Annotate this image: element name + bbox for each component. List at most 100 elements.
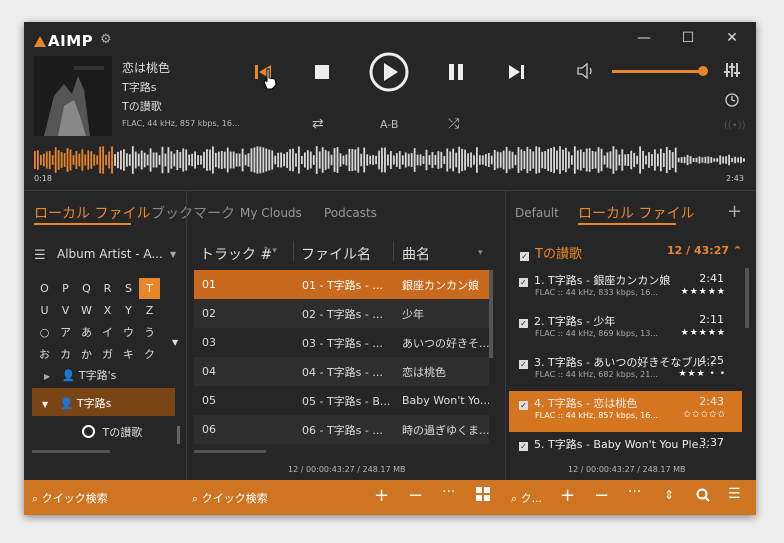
ab-repeat-button[interactable]: A-B xyxy=(380,118,398,131)
volume-slider[interactable] xyxy=(612,66,708,76)
rating-stars[interactable]: ✩✩✩✩✩ xyxy=(683,410,726,420)
tab-bookmarks[interactable]: ブックマーク xyxy=(151,203,235,223)
add-playlist-button[interactable]: + xyxy=(727,201,742,222)
rating-stars[interactable]: ★★★★★ xyxy=(681,328,726,338)
letter-index-item[interactable]: あ xyxy=(76,322,97,343)
letter-index-item[interactable]: ウ xyxy=(118,322,139,343)
filter-icon[interactable]: ▾ xyxy=(478,248,483,258)
maximize-button[interactable]: ☐ xyxy=(678,30,698,46)
pause-button[interactable] xyxy=(448,64,464,84)
playlist-more-icon[interactable]: ··· xyxy=(628,484,641,500)
letter-index-item[interactable]: Z xyxy=(139,300,160,321)
letter-index-item[interactable]: ○ xyxy=(34,322,55,343)
menu-icon[interactable]: ☰ xyxy=(728,486,741,502)
table-row[interactable]: 06 06 - T字路s - ... 時の過ぎゆくま... xyxy=(194,415,489,444)
stop-button[interactable] xyxy=(314,64,330,84)
expand-arrow-icon[interactable]: ▶ xyxy=(44,372,50,381)
rating-stars[interactable]: ★★★★★ xyxy=(681,287,726,297)
letter-index-item[interactable]: う xyxy=(139,322,160,343)
playlist-tab-local-files[interactable]: ローカル ファイル xyxy=(578,203,694,223)
letter-index-item[interactable]: キ xyxy=(118,344,139,365)
repeat-button[interactable]: ⇄ xyxy=(312,116,324,132)
checkbox-icon[interactable]: ✓ xyxy=(519,401,528,410)
table-row[interactable]: 03 03 - T字路s - ... あいつの好きそ... xyxy=(194,328,489,357)
play-button[interactable] xyxy=(369,52,409,96)
rating-stars[interactable]: ★★★ • • xyxy=(678,369,726,379)
playlist-item[interactable]: ✓ 3. T字路s - あいつの好きそなブル... 4:25 FLAC :: 44 k… xyxy=(509,350,742,391)
settings-gear-icon[interactable]: ⚙ xyxy=(100,32,112,47)
waveform-seekbar[interactable] xyxy=(34,146,746,174)
letter-index-item[interactable]: Q xyxy=(76,278,97,299)
column-header-title[interactable]: 曲名 xyxy=(402,244,430,264)
checkbox-icon[interactable]: ✓ xyxy=(519,278,528,287)
track-quick-search[interactable]: ⌕ クイック検索 xyxy=(192,490,268,506)
playlist-add-button[interactable]: + xyxy=(560,485,575,506)
column-header-file[interactable]: ファイル名 xyxy=(301,244,371,264)
letter-index-item[interactable]: T xyxy=(139,278,160,299)
playlist-remove-button[interactable]: − xyxy=(594,485,609,506)
add-button[interactable]: + xyxy=(374,485,389,506)
letter-index-item[interactable]: カ xyxy=(55,344,76,365)
checkbox-icon[interactable]: ✓ xyxy=(519,442,528,451)
letter-index-item[interactable]: お xyxy=(34,344,55,365)
playlist-item[interactable]: ✓ 1. T字路s - 銀座カンカン娘 2:41 FLAC :: 44 kHz, 83… xyxy=(509,268,742,309)
table-row[interactable]: 05 05 - T字路s - B... Baby Won't Yo... xyxy=(194,386,489,415)
track-table-scrollbar[interactable] xyxy=(489,270,493,358)
minimize-button[interactable]: — xyxy=(634,30,654,46)
letter-index-item[interactable]: ア xyxy=(55,322,76,343)
left-quick-search[interactable]: ⌕ クイック検索 xyxy=(32,490,108,506)
track-table-h-scrollbar[interactable] xyxy=(194,450,266,453)
hamburger-menu-icon[interactable]: ☰ xyxy=(34,248,46,263)
playlist-tab-default[interactable]: Default xyxy=(515,206,559,220)
letter-index-item[interactable]: O xyxy=(34,278,55,299)
tree-item-artist-2[interactable]: ▼ 👤 T字路s xyxy=(42,395,111,411)
volume-knob[interactable] xyxy=(698,66,708,76)
playlist-group-header[interactable]: ✓ Tの讃歌 xyxy=(520,243,582,262)
tab-podcasts[interactable]: Podcasts xyxy=(324,206,377,220)
tree-scrollbar[interactable] xyxy=(177,426,180,444)
table-row[interactable]: 01 01 - T字路s - ... 銀座カンカン娘 xyxy=(194,270,489,299)
letter-index-item[interactable]: ガ xyxy=(97,344,118,365)
sort-icon[interactable]: ⇕ xyxy=(664,488,674,502)
letter-index-item[interactable]: U xyxy=(34,300,55,321)
tree-item-artist-1[interactable]: ▶ 👤 T字路's xyxy=(44,367,116,383)
close-button[interactable]: ✕ xyxy=(722,30,742,46)
next-button[interactable] xyxy=(508,64,526,84)
group-by-selector[interactable]: Album Artist - A... xyxy=(57,247,163,261)
collapse-arrow-icon[interactable]: ▼ xyxy=(42,400,48,409)
checkbox-icon[interactable]: ✓ xyxy=(519,319,528,328)
letter-index-item[interactable]: ク xyxy=(139,344,160,365)
search-icon[interactable] xyxy=(696,488,710,506)
chevron-down-icon[interactable]: ▼ xyxy=(170,250,176,259)
table-row[interactable]: 04 04 - T字路s - ... 恋は桃色 xyxy=(194,357,489,386)
table-row[interactable]: 02 02 - T字路s - ... 少年 xyxy=(194,299,489,328)
playlist-item[interactable]: ✓ 4. T字路s - 恋は桃色 2:43 FLAC :: 44 kHz, 857 k… xyxy=(509,391,742,432)
scheduler-clock-icon[interactable] xyxy=(725,92,739,111)
letter-index-item[interactable]: か xyxy=(76,344,97,365)
equalizer-icon[interactable] xyxy=(724,62,740,82)
album-cover[interactable] xyxy=(34,56,112,136)
sort-filter-icons[interactable]: ⌃ ▾ xyxy=(262,246,277,256)
collapse-chevron-icon[interactable]: ⌃ xyxy=(733,244,742,257)
letter-index-item[interactable]: Y xyxy=(118,300,139,321)
radio-broadcast-icon[interactable]: ((•)) xyxy=(724,120,746,131)
tab-my-clouds[interactable]: My Clouds xyxy=(240,206,302,220)
letter-index-item[interactable]: P xyxy=(55,278,76,299)
checkbox-icon[interactable]: ✓ xyxy=(519,360,528,369)
letter-index-item[interactable]: W xyxy=(76,300,97,321)
tab-local-files[interactable]: ローカル ファイル xyxy=(34,203,150,223)
volume-icon[interactable] xyxy=(576,62,596,84)
shuffle-button[interactable]: ⤮ xyxy=(448,116,459,132)
remove-button[interactable]: − xyxy=(408,485,423,506)
grid-view-icon[interactable] xyxy=(476,487,490,505)
letter-index-item[interactable]: V xyxy=(55,300,76,321)
letter-index-item[interactable]: イ xyxy=(97,322,118,343)
letter-index-item[interactable]: S xyxy=(118,278,139,299)
chevron-down-icon[interactable]: ▼ xyxy=(172,338,178,347)
playlist-scrollbar[interactable] xyxy=(745,268,749,328)
tree-h-scrollbar[interactable] xyxy=(32,450,110,453)
group-checkbox-icon[interactable]: ✓ xyxy=(520,252,529,261)
letter-index-item[interactable]: R xyxy=(97,278,118,299)
letter-index-item[interactable]: X xyxy=(97,300,118,321)
more-options-icon[interactable]: ··· xyxy=(442,484,455,500)
